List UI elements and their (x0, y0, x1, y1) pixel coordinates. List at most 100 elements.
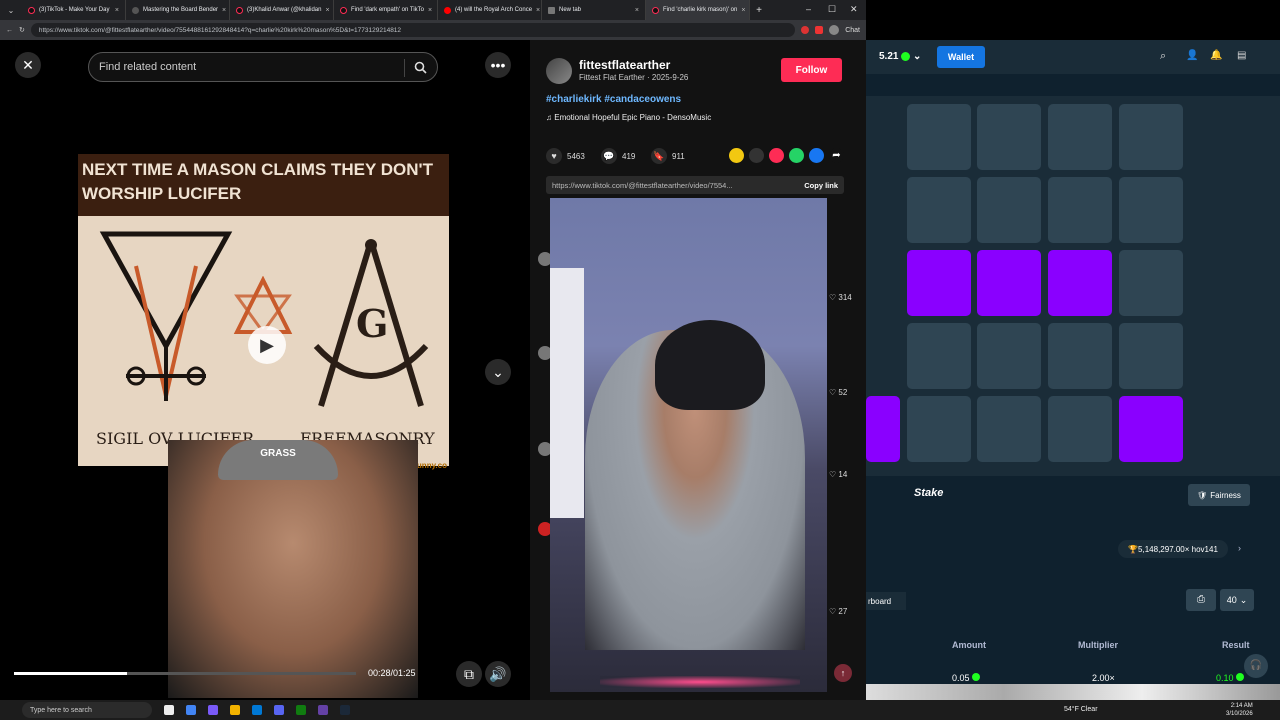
balance[interactable]: 5.21 ⌄ (879, 51, 921, 62)
twitch-icon[interactable] (318, 705, 328, 715)
mine-tile-revealed[interactable] (866, 396, 900, 462)
extension-icon[interactable] (801, 26, 810, 34)
mine-tile[interactable] (907, 323, 971, 389)
mine-tile[interactable] (1048, 323, 1112, 389)
browser-tab-active[interactable]: Find 'charlie kirk mason)' on × (646, 0, 750, 20)
taskbar-search[interactable]: Type here to search (22, 702, 152, 718)
browser-tab[interactable]: Mastering the Board Bender × (126, 0, 230, 20)
close-icon[interactable]: × (635, 7, 639, 14)
facebook-icon[interactable] (809, 148, 824, 163)
close-icon[interactable]: × (741, 7, 745, 14)
discord-icon[interactable] (274, 705, 284, 715)
heart-icon[interactable]: ♥ (546, 148, 562, 164)
printer-icon[interactable]: ⎙ (1186, 589, 1216, 611)
whatsapp-icon[interactable] (789, 148, 804, 163)
comment-like[interactable]: ♡ 14 (829, 470, 847, 479)
comment-stat[interactable]: 💬 419 (601, 148, 635, 164)
music-row[interactable]: ♫ Emotional Hopeful Epic Piano - DensoMu… (546, 113, 711, 122)
minimize-icon[interactable]: – (806, 4, 811, 14)
weather-widget[interactable]: 54°F Clear (1064, 706, 1098, 713)
fairness-button[interactable]: 🛡 Fairness (1188, 484, 1250, 506)
big-win-ticker[interactable]: 🏆 5,148,297.00× hov141 (1118, 540, 1228, 558)
bookmark-icon[interactable]: 🔖 (651, 148, 667, 164)
like-stat[interactable]: ♥ 5463 (546, 148, 585, 164)
mine-tile[interactable] (1048, 396, 1112, 462)
profile-avatar[interactable] (829, 25, 840, 35)
browser-tab[interactable]: New tab × (542, 0, 646, 20)
reload-icon[interactable]: ↻ (19, 26, 25, 34)
embed-icon[interactable] (749, 148, 764, 163)
volume-icon[interactable]: 🔊 (485, 661, 511, 687)
maximize-icon[interactable]: ☐ (828, 4, 836, 15)
repost-icon[interactable] (729, 148, 744, 163)
mine-tile[interactable] (907, 104, 971, 170)
copy-link-button[interactable]: Copy link (804, 181, 838, 190)
mine-tile[interactable] (1119, 177, 1183, 243)
app-icon[interactable] (208, 705, 218, 715)
chrome-icon[interactable] (186, 705, 196, 715)
chevron-down-icon[interactable]: ⌄ (485, 359, 511, 385)
edge-icon[interactable] (252, 705, 262, 715)
bell-icon[interactable]: 🔔 (1210, 50, 1222, 61)
mine-tile[interactable] (1048, 104, 1112, 170)
send-icon[interactable] (769, 148, 784, 163)
hashtags[interactable]: #charliekirk #candaceowens (546, 94, 681, 105)
leaderboard-tab[interactable]: rboard (866, 592, 906, 610)
browser-tab[interactable]: (3)TikTok - Make Your Day × (22, 0, 126, 20)
video-progress-bar[interactable] (14, 672, 356, 675)
window-close-icon[interactable]: ✕ (850, 4, 858, 15)
folder-icon[interactable] (230, 705, 240, 715)
mine-tile[interactable] (1119, 250, 1183, 316)
search-icon[interactable]: ⌕ (1160, 50, 1166, 63)
creator-username[interactable]: fittestflatearther (579, 58, 670, 72)
mine-tile[interactable] (977, 177, 1041, 243)
save-stat[interactable]: 🔖 911 (651, 148, 685, 164)
share-arrow-icon[interactable]: ➦ (829, 148, 844, 163)
more-options-icon[interactable]: ••• (485, 52, 511, 78)
avatar[interactable] (546, 58, 572, 84)
steam-icon[interactable] (340, 705, 350, 715)
mine-tile[interactable] (1048, 177, 1112, 243)
new-tab-button[interactable]: + (750, 5, 768, 16)
clock[interactable]: 2:14 AM 3/10/2026 (1226, 702, 1253, 718)
close-icon[interactable]: × (428, 7, 432, 14)
comment-icon[interactable]: 💬 (601, 148, 617, 164)
search-icon[interactable] (414, 61, 427, 74)
wallet-button[interactable]: Wallet (937, 46, 985, 68)
mine-tile[interactable] (977, 396, 1041, 462)
support-icon[interactable]: 🎧 (1244, 654, 1268, 678)
browser-tab[interactable]: (3)Khalid Anwar (@khalidan × (230, 0, 334, 20)
browser-tab[interactable]: Find 'dark empath' on TikTo × (334, 0, 438, 20)
close-icon[interactable]: × (536, 7, 540, 14)
comment-like[interactable]: ♡ 52 (829, 388, 847, 397)
share-link-text[interactable]: https://www.tiktok.com/@fittestflatearth… (552, 181, 733, 190)
extension-icon[interactable] (815, 26, 824, 34)
close-icon[interactable]: × (222, 7, 226, 14)
related-search-input[interactable]: Find related content (88, 52, 438, 82)
app-icon[interactable] (164, 705, 174, 715)
url-field[interactable]: https://www.tiktok.com/@fittestflatearth… (30, 23, 796, 37)
mine-tile[interactable] (1119, 323, 1183, 389)
chevron-right-icon[interactable]: › (1238, 543, 1241, 553)
chat-icon[interactable]: ▤ (1237, 50, 1246, 61)
post-comment-icon[interactable]: ↑ (834, 664, 852, 682)
xbox-icon[interactable] (296, 705, 306, 715)
back-icon[interactable]: ← (6, 27, 13, 34)
page-size-select[interactable]: 40 ⌄ (1220, 589, 1254, 611)
mine-tile[interactable] (977, 104, 1041, 170)
user-icon[interactable]: 👤 (1186, 50, 1198, 61)
comment-like[interactable]: ♡ 314 (829, 293, 852, 302)
pip-icon[interactable]: ⧉ (456, 661, 482, 687)
close-icon[interactable]: × (325, 7, 329, 14)
mine-tile[interactable] (907, 177, 971, 243)
chat-button[interactable]: Chat (845, 27, 860, 34)
mine-tile-revealed[interactable] (977, 250, 1041, 316)
mine-tile[interactable] (1119, 104, 1183, 170)
mine-tile-revealed[interactable] (907, 250, 971, 316)
close-icon[interactable]: × (115, 7, 119, 14)
follow-button[interactable]: Follow (781, 58, 842, 82)
mine-tile-revealed[interactable] (1048, 250, 1112, 316)
mine-tile-revealed[interactable] (1119, 396, 1183, 462)
tab-search-icon[interactable]: ⌄ (0, 0, 22, 20)
comment-like[interactable]: ♡ 27 (829, 607, 847, 616)
